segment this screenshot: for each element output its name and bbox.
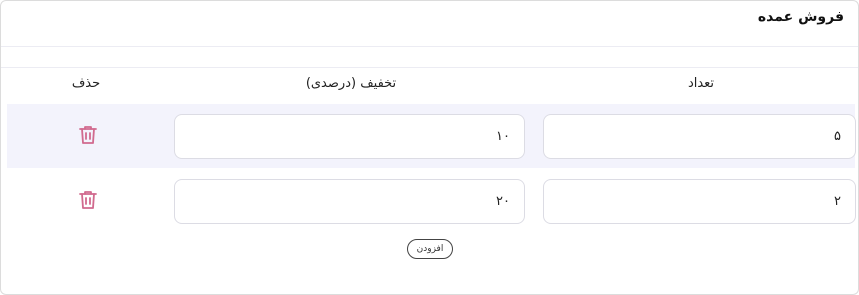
column-header-quantity: تعداد [687,76,715,91]
quantity-input[interactable] [544,115,855,158]
table-row [7,104,856,168]
trash-icon[interactable] [76,188,100,212]
card-title: فروش عمده [757,9,844,25]
quantity-field[interactable] [543,114,856,159]
add-row-button[interactable]: افزودن [407,239,453,259]
quantity-input[interactable] [544,180,855,223]
column-header-discount: تخفیف (درصدی) [305,76,397,91]
trash-icon[interactable] [76,123,100,147]
quantity-field[interactable] [543,179,856,224]
discount-field[interactable] [174,179,525,224]
header-divider [1,67,858,68]
discount-input[interactable] [175,115,524,158]
discount-input[interactable] [175,180,524,223]
discount-field[interactable] [174,114,525,159]
table-row [7,169,856,233]
title-divider [1,46,858,47]
column-header-delete: حذف [71,76,101,91]
bulk-sale-card: فروش عمده تعداد تخفیف (درصدی) حذف ۵ ۱۰ ۲… [0,0,859,295]
